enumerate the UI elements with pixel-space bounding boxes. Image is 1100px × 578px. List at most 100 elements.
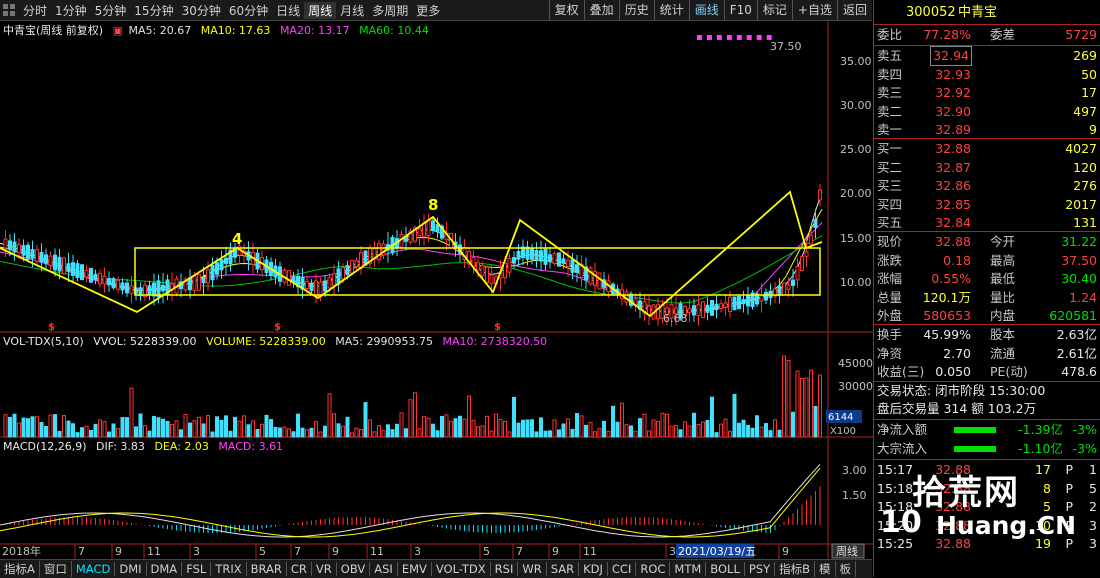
indicator-tab[interactable]: SAR bbox=[547, 562, 580, 576]
indicator-tab[interactable]: TRIX bbox=[211, 562, 247, 576]
candle bbox=[206, 269, 210, 284]
volume-bar bbox=[3, 414, 8, 438]
grid-menu-icon[interactable] bbox=[3, 4, 15, 16]
volume-bar bbox=[453, 418, 458, 438]
indicator-tab[interactable]: 板 bbox=[836, 561, 857, 577]
tool-button[interactable]: 复权 bbox=[548, 0, 584, 20]
volume-bar bbox=[602, 420, 606, 438]
period-tab[interactable]: 30分钟 bbox=[178, 2, 225, 19]
volume-unit: X100 bbox=[830, 426, 856, 437]
tick-count: 5 bbox=[1089, 480, 1097, 496]
volume-bar bbox=[525, 419, 530, 438]
volume-bar bbox=[705, 420, 710, 438]
period-tab[interactable]: 1分钟 bbox=[51, 2, 91, 19]
indicator-tab[interactable]: ASI bbox=[370, 562, 398, 576]
volume-bar bbox=[345, 416, 350, 438]
tool-button[interactable]: 标记 bbox=[756, 0, 792, 20]
bid-volume: 4027 bbox=[1065, 141, 1097, 156]
period-tab[interactable]: 5分钟 bbox=[91, 2, 131, 19]
volume-bar bbox=[75, 432, 80, 438]
volume-bar bbox=[381, 430, 386, 438]
volume-bar bbox=[323, 425, 327, 438]
volume-bar bbox=[678, 429, 683, 438]
period-tab[interactable]: 15分钟 bbox=[130, 2, 177, 19]
volume-bar bbox=[777, 429, 782, 438]
indicator-tab[interactable]: DMI bbox=[115, 562, 147, 576]
period-tab[interactable]: 更多 bbox=[412, 2, 444, 19]
period-tab[interactable]: 月线 bbox=[336, 2, 368, 19]
volume-bar bbox=[759, 426, 764, 438]
indicator-tab[interactable]: RSI bbox=[491, 562, 519, 576]
candle bbox=[530, 248, 534, 260]
volume-bar bbox=[390, 429, 395, 438]
indicator-tab[interactable]: 模 bbox=[815, 561, 836, 577]
ask-price: 32.93 bbox=[935, 66, 971, 82]
volume-bar bbox=[300, 427, 305, 438]
indicator-tab[interactable]: CR bbox=[287, 562, 312, 576]
tool-button[interactable]: F10 bbox=[723, 0, 757, 20]
volume-bar bbox=[440, 415, 444, 438]
tool-button[interactable]: 统计 bbox=[653, 0, 689, 20]
indicator-tab[interactable]: PSY bbox=[745, 562, 776, 576]
fundamental-value: 478.6 bbox=[1061, 364, 1097, 379]
candle bbox=[795, 266, 800, 281]
indicator-tab[interactable]: MACD bbox=[72, 562, 116, 576]
volume-bar bbox=[116, 428, 120, 438]
fundamental-label: 换手 bbox=[877, 327, 903, 342]
high-price-label: 37.50 bbox=[770, 40, 802, 53]
tick-time: 15:18 bbox=[877, 480, 914, 496]
vol-ma5-value: MA5: 2990953.75 bbox=[335, 335, 433, 348]
indicator-tab[interactable]: EMV bbox=[398, 562, 432, 576]
ask-price: 32.92 bbox=[935, 85, 971, 100]
tool-button[interactable]: +自选 bbox=[791, 0, 837, 20]
candle bbox=[341, 266, 345, 280]
chart-area[interactable]: 35.00 30.00 25.00 20.00 15.00 10.00 45000 3000… bbox=[0, 20, 873, 559]
indicator-tab[interactable]: 指标A bbox=[0, 561, 40, 577]
volume-bar bbox=[206, 415, 210, 438]
period-tab[interactable]: 分时 bbox=[19, 2, 51, 19]
candle bbox=[575, 264, 579, 273]
volume-bar bbox=[8, 416, 12, 438]
indicator-tab[interactable]: KDJ bbox=[579, 562, 608, 576]
indicator-tab[interactable]: 窗口 bbox=[40, 561, 72, 577]
indicator-tab[interactable]: VR bbox=[312, 562, 337, 576]
tool-button[interactable]: 画线 bbox=[688, 0, 724, 20]
flow-row: 大宗流入 -1.10亿 -3% bbox=[874, 440, 1100, 458]
bid-volume: 276 bbox=[1073, 178, 1097, 193]
volume-bar bbox=[449, 420, 453, 438]
candle bbox=[804, 251, 809, 257]
stat-label: 量比 bbox=[990, 289, 1016, 305]
indicator-tab[interactable]: ROC bbox=[636, 562, 671, 576]
tool-button[interactable]: 返回 bbox=[836, 0, 872, 20]
volume-bar bbox=[521, 419, 525, 438]
period-tab[interactable]: 日线 bbox=[272, 2, 304, 19]
macd-tick: 3.00 bbox=[842, 464, 867, 477]
indicator-tab[interactable]: OBV bbox=[337, 562, 371, 576]
candle bbox=[728, 296, 732, 312]
period-tabs: 分时 1分钟 5分钟 15分钟 30分钟 60分钟 日线 周线 月线 多周期 更多 bbox=[19, 1, 444, 19]
ask-price: 32.89 bbox=[935, 122, 971, 137]
indicator-tab[interactable]: MTM bbox=[670, 562, 707, 576]
tool-button[interactable]: 历史 bbox=[618, 0, 654, 20]
indicator-tab[interactable]: 指标B bbox=[775, 561, 816, 577]
period-tab[interactable]: 60分钟 bbox=[225, 2, 272, 19]
ma5-line bbox=[0, 191, 823, 312]
volume-bar bbox=[723, 418, 728, 438]
indicator-tab[interactable]: FSL bbox=[182, 562, 212, 576]
indicator-tab[interactable]: BOLL bbox=[706, 562, 745, 576]
indicator-tab[interactable]: DMA bbox=[147, 562, 183, 576]
indicator-tab[interactable]: BRAR bbox=[247, 562, 287, 576]
indicator-tab[interactable]: CCI bbox=[608, 562, 637, 576]
candle bbox=[345, 265, 350, 275]
candle bbox=[111, 278, 116, 289]
volume-bar bbox=[530, 419, 534, 438]
period-tab[interactable]: 周线 bbox=[304, 1, 337, 19]
bid-label: 买五 bbox=[877, 215, 903, 230]
indicator-tab[interactable]: WR bbox=[518, 562, 547, 576]
candle bbox=[314, 280, 318, 297]
period-tab[interactable]: 多周期 bbox=[368, 2, 412, 19]
candle bbox=[147, 285, 152, 296]
indicator-tab[interactable]: VOL-TDX bbox=[432, 562, 491, 576]
tool-button[interactable]: 叠加 bbox=[583, 0, 619, 20]
candle bbox=[116, 279, 120, 290]
